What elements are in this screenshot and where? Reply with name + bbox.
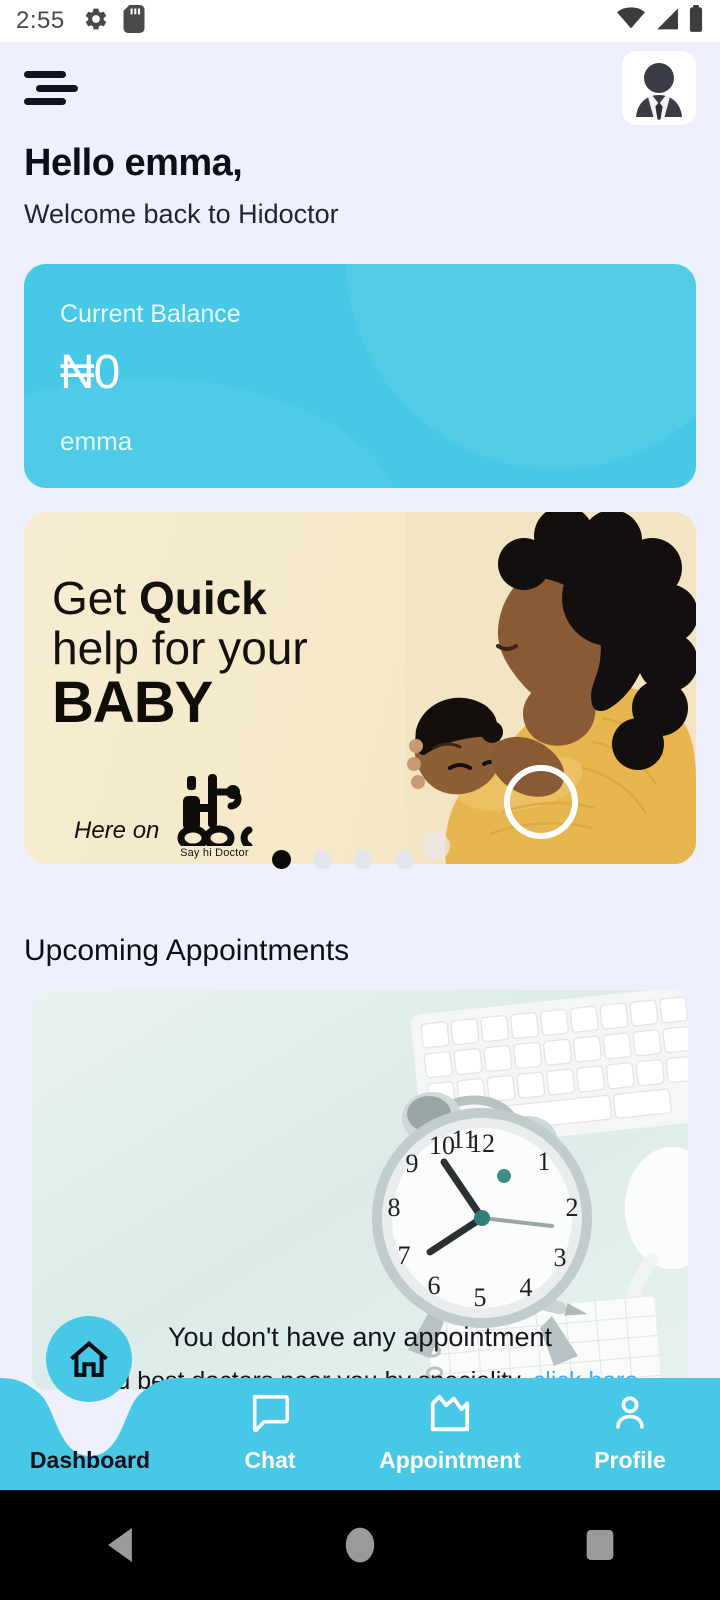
hidoc-logo-caption: Say hi Doctor [180, 847, 249, 859]
battery-icon [688, 4, 704, 38]
section-title-appointments: Upcoming Appointments [24, 934, 350, 967]
promo-line1-bold: Quick [138, 572, 267, 624]
svg-text:1: 1 [538, 1147, 551, 1176]
hidoc-logo: Say hi Doctor [171, 774, 257, 859]
balance-card[interactable]: Current Balance ₦0 emma [24, 264, 696, 488]
avatar[interactable] [622, 51, 696, 125]
nav-item-dashboard[interactable]: Dashboard [0, 1387, 180, 1490]
promo-here-on-label: Here on [74, 817, 160, 844]
svg-text:6: 6 [428, 1271, 441, 1300]
balance-label: Current Balance [60, 300, 241, 328]
android-navigation-bar [0, 1490, 720, 1600]
balance-amount: ₦0 [60, 346, 120, 399]
bottom-navigation-bar: Dashboard Chat Appointment Profile [0, 1316, 720, 1490]
status-bar-time: 2:55 [16, 7, 65, 34]
wifi-icon [617, 6, 645, 36]
promo-line2: help for your [52, 621, 308, 674]
app-content: Hello emma, Welcome back to Hidoctor Cur… [0, 42, 720, 1490]
hamburger-menu-icon[interactable] [24, 71, 78, 105]
svg-text:2: 2 [566, 1193, 579, 1222]
nav-item-appointment[interactable]: Appointment [360, 1387, 540, 1490]
promo-line1-plain: Get [52, 572, 139, 624]
svg-text:4: 4 [520, 1273, 533, 1302]
settings-gear-icon [83, 6, 109, 37]
status-bar: 2:55 [0, 0, 720, 42]
carousel-dot-2[interactable] [313, 850, 332, 869]
home-circle-icon [345, 1527, 375, 1563]
svg-text:9: 9 [406, 1149, 419, 1178]
mother-and-baby-illustration [406, 512, 696, 864]
carousel-dot-3[interactable] [354, 850, 373, 869]
carousel-dot-1[interactable] [272, 850, 291, 869]
svg-text:11: 11 [451, 1125, 476, 1154]
home-icon [70, 1341, 108, 1377]
back-triangle-icon [108, 1528, 132, 1562]
cellular-signal-icon [654, 7, 679, 36]
page-title: Hello emma, [24, 142, 243, 184]
carousel-dots[interactable] [272, 850, 414, 869]
android-home-button[interactable] [240, 1526, 480, 1564]
promo-footer: Here on Say hi Doctor [74, 774, 257, 859]
recents-square-icon [586, 1530, 614, 1560]
page-subtitle: Welcome back to Hidoctor [24, 199, 339, 229]
promo-line3: BABY [52, 670, 213, 736]
promo-headline: Get Quick help for your BABY [52, 572, 308, 736]
carousel-dot-4[interactable] [395, 850, 414, 869]
dashboard-fab[interactable] [46, 1316, 132, 1402]
sd-card-icon [123, 4, 145, 38]
android-back-button[interactable] [0, 1526, 240, 1564]
nav-label-chat: Chat [244, 1447, 296, 1473]
chat-bubble-icon [247, 1387, 293, 1441]
svg-text:3: 3 [554, 1243, 567, 1272]
person-icon [608, 1387, 652, 1441]
nav-item-chat[interactable]: Chat [180, 1387, 360, 1490]
status-bar-left-icons [83, 4, 145, 38]
app-bar [0, 42, 720, 134]
nav-label-appointment: Appointment [379, 1447, 521, 1473]
appointment-empty-card[interactable]: 12 1 2 345 678 9 10 11 You don't have any ap… [32, 990, 688, 1390]
nav-label-profile: Profile [594, 1447, 666, 1473]
balance-account-name: emma [60, 426, 133, 456]
promo-banner[interactable]: Get Quick help for your BABY Here on Say… [24, 512, 696, 864]
nav-item-profile[interactable]: Profile [540, 1387, 720, 1490]
user-avatar-placeholder [636, 63, 682, 120]
svg-text:8: 8 [388, 1193, 401, 1222]
android-recents-button[interactable] [480, 1528, 720, 1562]
svg-text:7: 7 [398, 1241, 411, 1270]
nav-label-dashboard: Dashboard [29, 1447, 151, 1473]
svg-text:5: 5 [474, 1283, 487, 1312]
greeting-block: Hello emma, Welcome back to Hidoctor [0, 134, 720, 230]
calendar-image-icon [427, 1387, 473, 1441]
status-bar-right-icons [617, 4, 704, 38]
